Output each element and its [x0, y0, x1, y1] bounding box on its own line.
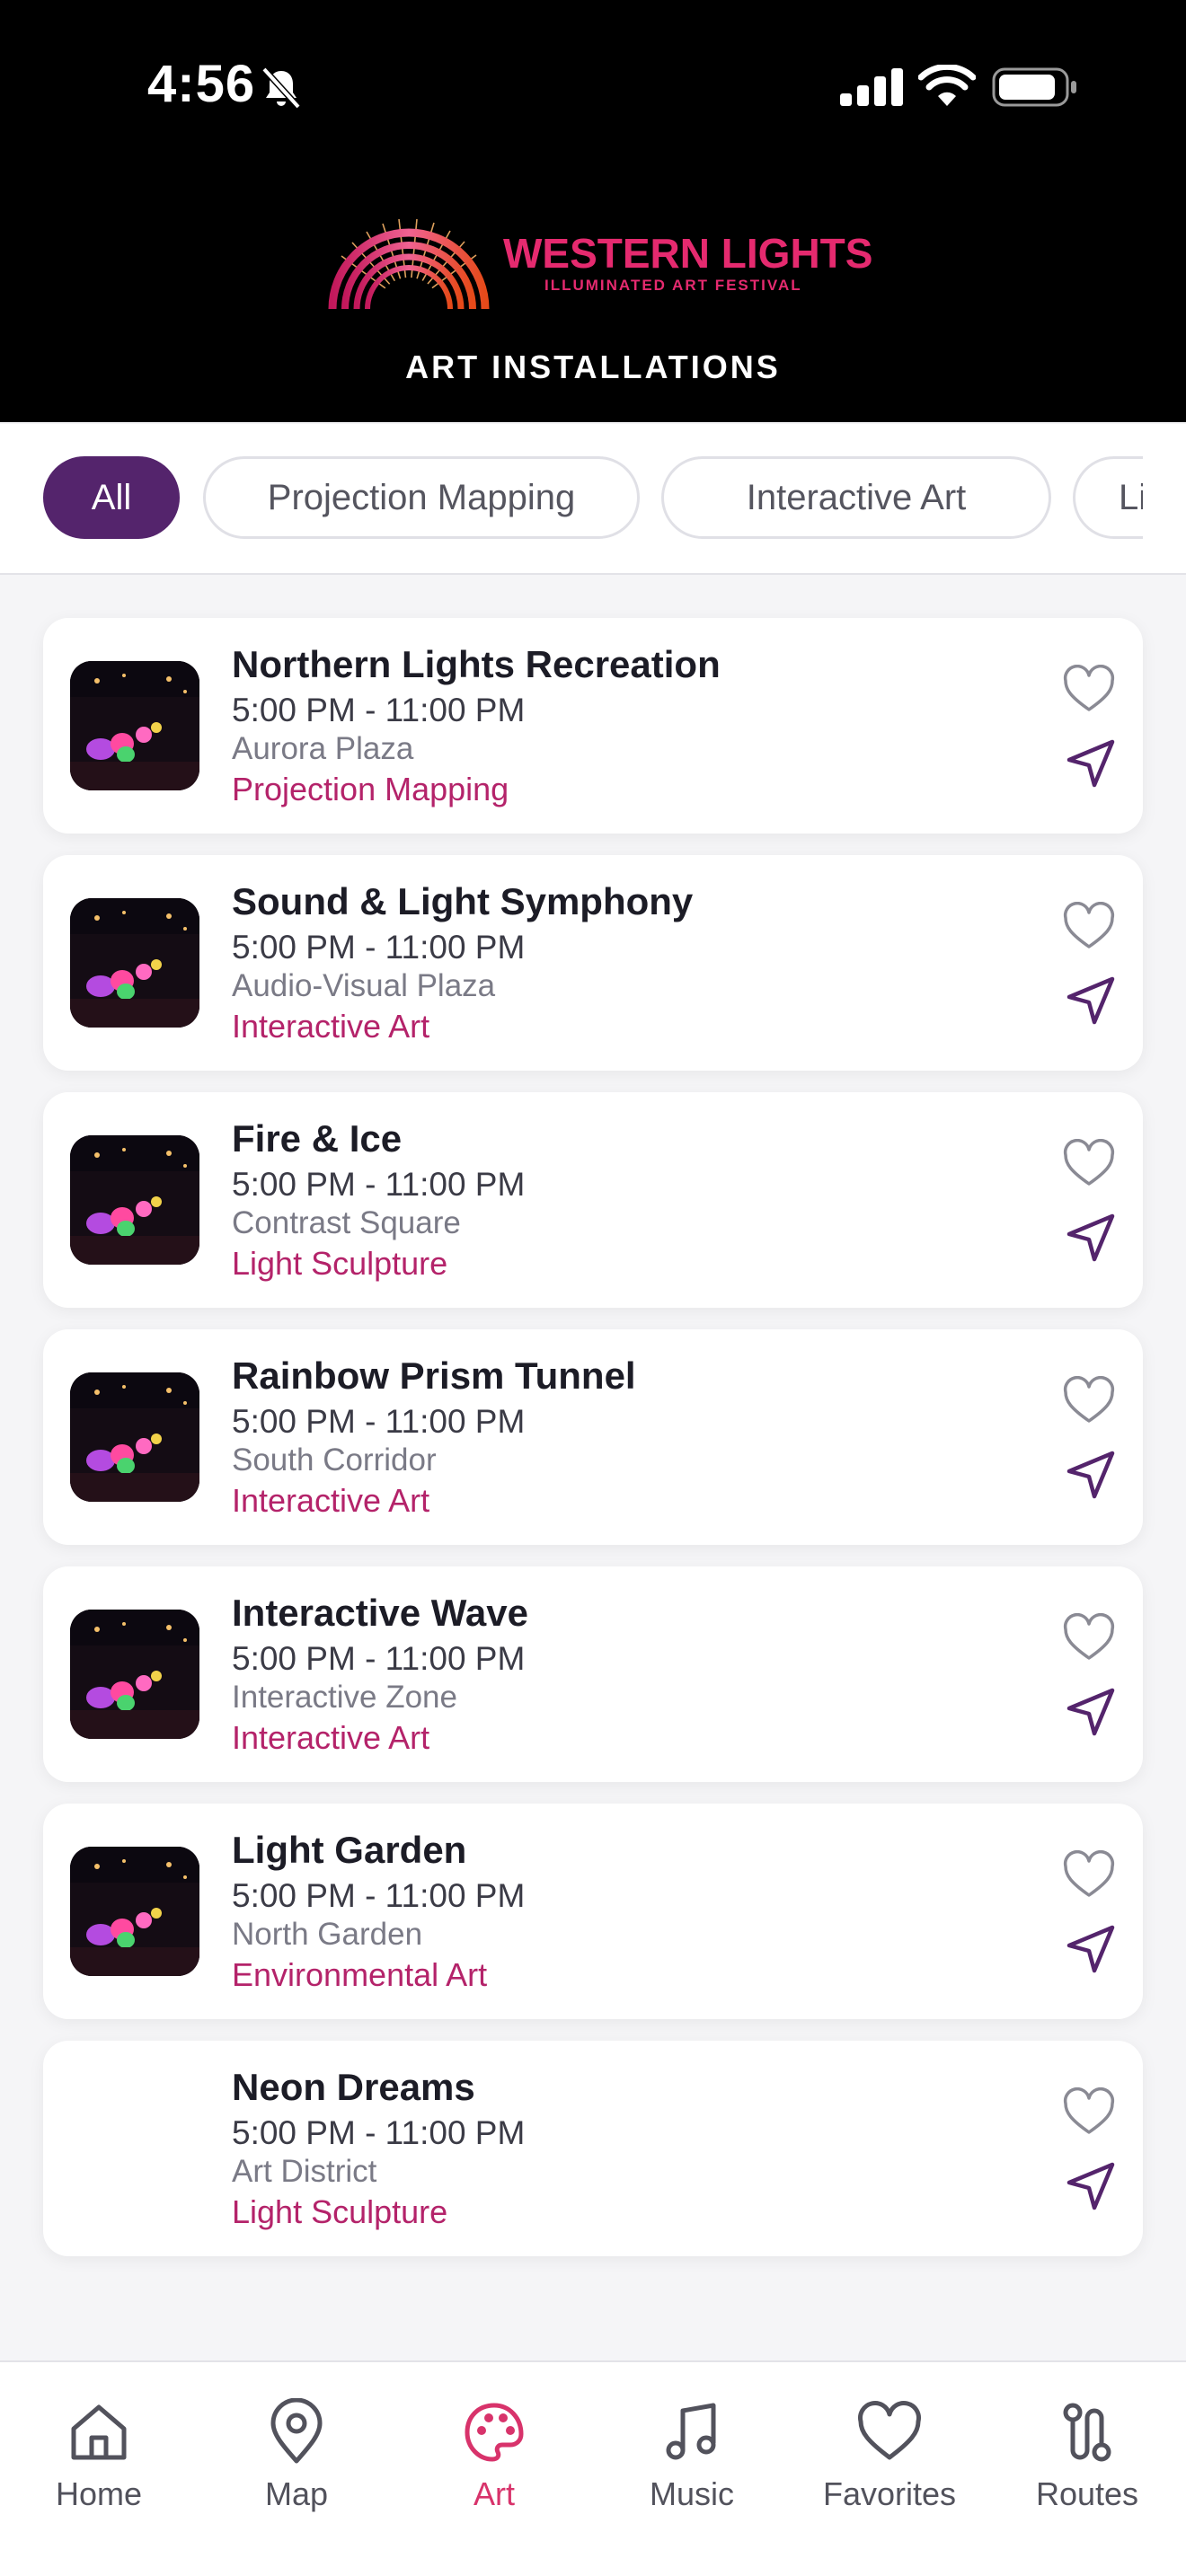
installation-time: 5:00 PM - 11:00 PM [232, 1877, 526, 1914]
bottom-tab-bar: Home Map Art Music Favorites Routes [0, 2360, 1186, 2576]
installation-category: Projection Mapping [232, 771, 509, 807]
tab-routes[interactable]: Routes [988, 2398, 1186, 2533]
filter-chip-all[interactable]: All [43, 456, 180, 539]
installation-location: Contrast Square [232, 1205, 461, 1240]
page-title: ART INSTALLATIONS [405, 348, 781, 385]
installation-title: Light Garden [232, 1829, 467, 1871]
installation-thumbnail [70, 1847, 199, 1976]
navigate-arrow-icon[interactable] [1064, 1685, 1118, 1739]
status-time: 4:56 [147, 55, 256, 113]
installation-thumbnail [70, 1610, 199, 1739]
filter-chip-light-sculpture[interactable]: Ligh [1073, 456, 1143, 539]
installation-card[interactable]: Neon Dreams 5:00 PM - 11:00 PM Art Distr… [43, 2041, 1143, 2256]
installation-card[interactable]: Rainbow Prism Tunnel 5:00 PM - 11:00 PM … [43, 1329, 1143, 1545]
filter-chip-interactive-art[interactable]: Interactive Art [661, 456, 1051, 539]
installation-thumbnail [70, 1135, 199, 1265]
tab-favorites[interactable]: Favorites [791, 2398, 988, 2533]
home-icon [71, 2404, 127, 2460]
route-icon [1063, 2403, 1111, 2462]
installation-title: Interactive Wave [232, 1592, 528, 1634]
heart-icon[interactable] [1062, 665, 1116, 715]
logo-title: WESTERN LIGHTS [503, 230, 873, 277]
heart-icon[interactable] [1062, 1376, 1116, 1426]
installation-card[interactable]: Northern Lights Recreation 5:00 PM - 11:… [43, 618, 1143, 834]
installation-title: Neon Dreams [232, 2066, 475, 2108]
map-pin-icon [270, 2398, 323, 2464]
festival-logo: WESTERN LIGHTS ILLUMINATED ART FESTIVAL [323, 216, 872, 314]
installation-card[interactable]: Sound & Light Symphony 5:00 PM - 11:00 P… [43, 855, 1143, 1071]
logo-subtitle: ILLUMINATED ART FESTIVAL [544, 277, 802, 294]
installation-category: Interactive Art [232, 1482, 430, 1519]
tab-label: Favorites [822, 2475, 957, 2512]
installation-card[interactable]: Light Garden 5:00 PM - 11:00 PM North Ga… [43, 1804, 1143, 2019]
installation-time: 5:00 PM - 11:00 PM [232, 1403, 526, 1440]
installation-time: 5:00 PM - 11:00 PM [232, 2114, 526, 2151]
heart-icon [858, 2401, 921, 2460]
installation-time: 5:00 PM - 11:00 PM [232, 1166, 526, 1203]
heart-icon[interactable] [1062, 1850, 1116, 1901]
installation-card[interactable]: Interactive Wave 5:00 PM - 11:00 PM Inte… [43, 1566, 1143, 1782]
heart-icon[interactable] [1062, 902, 1116, 952]
heart-icon[interactable] [1062, 1613, 1116, 1663]
tab-label: Home [55, 2475, 143, 2512]
installation-location: Aurora Plaza [232, 731, 414, 766]
installation-location: Audio-Visual Plaza [232, 968, 496, 1003]
installation-time: 5:00 PM - 11:00 PM [232, 1640, 526, 1677]
tab-art[interactable]: Art [395, 2398, 593, 2533]
installation-time: 5:00 PM - 11:00 PM [232, 929, 526, 966]
cellular-signal-icon [840, 68, 903, 106]
installation-location: Art District [232, 2154, 377, 2189]
heart-icon[interactable] [1062, 1139, 1116, 1189]
tab-label: Routes [1035, 2475, 1139, 2512]
tab-label: Map [264, 2475, 329, 2512]
installation-category: Environmental Art [232, 1956, 488, 1993]
installation-title: Sound & Light Symphony [232, 880, 694, 922]
installation-title: Northern Lights Recreation [232, 643, 721, 685]
navigate-arrow-icon[interactable] [1064, 737, 1118, 790]
heart-icon[interactable] [1062, 2087, 1116, 2138]
filter-chip-projection-mapping[interactable]: Projection Mapping [203, 456, 640, 539]
app-header: 4:56 WESTERN LIGHTS ILLUMINATED ART FEST… [0, 0, 1186, 422]
bell-slash-icon [261, 66, 301, 110]
installation-title: Rainbow Prism Tunnel [232, 1354, 636, 1397]
tab-home[interactable]: Home [0, 2398, 198, 2533]
installation-card[interactable]: Fire & Ice 5:00 PM - 11:00 PM Contrast S… [43, 1092, 1143, 1308]
installation-category: Light Sculpture [232, 1245, 448, 1282]
wifi-icon [918, 65, 976, 106]
installation-time: 5:00 PM - 11:00 PM [232, 692, 526, 728]
installation-category: Light Sculpture [232, 2193, 448, 2230]
sunburst-logo-icon [328, 218, 490, 310]
tab-label: Art [473, 2475, 515, 2512]
tab-music[interactable]: Music [593, 2398, 791, 2533]
installation-location: South Corridor [232, 1442, 437, 1478]
installation-title: Fire & Ice [232, 1117, 403, 1160]
category-filter-bar: All Projection Mapping Interactive Art L… [0, 424, 1186, 575]
installation-category: Interactive Art [232, 1008, 430, 1045]
installation-category: Interactive Art [232, 1719, 430, 1756]
tab-map[interactable]: Map [198, 2398, 395, 2533]
tab-label: Music [649, 2475, 734, 2512]
status-bar: 4:56 [0, 0, 1186, 171]
navigate-arrow-icon[interactable] [1064, 974, 1118, 1028]
installation-thumbnail [70, 661, 199, 790]
navigate-arrow-icon[interactable] [1064, 1211, 1118, 1265]
battery-icon [992, 67, 1076, 107]
installation-thumbnail [70, 1372, 199, 1502]
navigate-arrow-icon[interactable] [1064, 1448, 1118, 1502]
music-note-icon [666, 2403, 716, 2460]
palette-icon [465, 2403, 524, 2462]
filter-chip-scroller[interactable]: All Projection Mapping Interactive Art L… [43, 456, 1143, 543]
navigate-arrow-icon[interactable] [1064, 2159, 1118, 2213]
installation-location: North Garden [232, 1917, 423, 1952]
installation-location: Interactive Zone [232, 1680, 457, 1715]
installation-thumbnail [70, 898, 199, 1028]
navigate-arrow-icon[interactable] [1064, 1922, 1118, 1976]
